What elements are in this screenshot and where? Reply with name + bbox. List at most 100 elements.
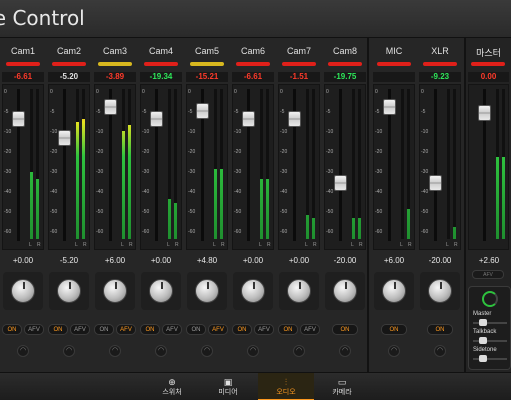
headphone-icon[interactable]: ◠ <box>339 345 351 357</box>
sidetone-slider[interactable] <box>473 355 507 362</box>
meter-left <box>122 89 125 239</box>
balance-knob[interactable] <box>333 279 357 303</box>
headphone-icon[interactable]: ◠ <box>293 345 305 357</box>
scale-tick-label: -40 <box>280 189 288 195</box>
afv-button[interactable]: AFV <box>24 324 44 335</box>
gain-label: +0.00 <box>150 256 172 265</box>
tab-audio[interactable]: ⫶ 오디오 <box>258 373 314 400</box>
fader-knob[interactable] <box>150 110 163 127</box>
channel-name: XLR <box>431 46 449 56</box>
tab-media[interactable]: ▣ 미디어 <box>200 373 256 400</box>
meter-right <box>266 89 269 239</box>
afv-button[interactable]: AFV <box>70 324 90 335</box>
tally-light <box>377 62 411 66</box>
master-afv-button[interactable]: AFV <box>472 270 504 279</box>
balance-knob[interactable] <box>428 279 452 303</box>
gain-label: +4.80 <box>196 256 218 265</box>
on-button[interactable]: ON <box>140 324 160 335</box>
tab-switcher[interactable]: ⊕ 스위처 <box>144 373 200 400</box>
scale-tick-label: -10 <box>326 129 334 135</box>
balance-knob[interactable] <box>11 279 35 303</box>
gain-label: +0.00 <box>242 256 264 265</box>
master-hp-slider[interactable] <box>473 319 507 326</box>
afv-button[interactable]: AFV <box>162 324 182 335</box>
fader-knob[interactable] <box>288 110 301 127</box>
master-tally <box>471 62 505 66</box>
fader-knob[interactable] <box>429 174 442 191</box>
scale-tick-label: -50 <box>375 209 383 215</box>
fader-knob[interactable] <box>383 98 396 115</box>
scale-tick-label: -50 <box>188 209 196 215</box>
gain-label: +0.00 <box>288 256 310 265</box>
scale-tick-label: -30 <box>142 169 150 175</box>
tab-label: 카메라 <box>332 389 352 396</box>
master-fader-knob[interactable] <box>478 105 491 122</box>
talkback-slider[interactable] <box>473 337 507 344</box>
fader-track[interactable] <box>339 89 342 241</box>
scale-tick-label: 0 <box>142 89 145 95</box>
tally-light <box>98 62 132 66</box>
fader-knob[interactable] <box>242 110 255 127</box>
headphone-icon[interactable]: ◠ <box>155 345 167 357</box>
balance-knob[interactable] <box>149 279 173 303</box>
meter-right-level <box>453 227 456 239</box>
balance-knob[interactable] <box>103 279 127 303</box>
fader-knob[interactable] <box>334 174 347 191</box>
afv-button[interactable]: AFV <box>254 324 274 335</box>
headphone-icon[interactable]: ◠ <box>201 345 213 357</box>
on-button[interactable]: ON <box>232 324 252 335</box>
on-button[interactable]: ON <box>427 324 453 335</box>
headphone-icon[interactable]: ◠ <box>388 345 400 357</box>
on-button[interactable]: ON <box>48 324 68 335</box>
master-meter <box>468 84 509 250</box>
meter-right <box>128 89 131 239</box>
fader-knob[interactable] <box>12 110 25 127</box>
balance-knob[interactable] <box>57 279 81 303</box>
meter-area: 0 -5 -10 -20 -30 -40 -50 -60 L R <box>278 84 320 250</box>
peak-label: -9.23 <box>419 72 461 82</box>
channel-strip-cam2: Cam2 -5.20 0 -5 -10 -20 -30 -40 -50 -60 L R -5.20 ON… <box>46 38 92 372</box>
button-row: ON AFV <box>232 324 274 335</box>
afv-button[interactable]: AFV <box>208 324 228 335</box>
scale-tick-label: -5 <box>142 109 147 115</box>
fader-knob[interactable] <box>58 129 71 146</box>
peak-label: -1.51 <box>278 72 320 82</box>
peak-label <box>373 72 415 82</box>
peak-label: -3.89 <box>94 72 136 82</box>
on-button[interactable]: ON <box>278 324 298 335</box>
fader-track[interactable] <box>63 89 66 241</box>
on-button[interactable]: ON <box>94 324 114 335</box>
headphone-icon[interactable]: ◠ <box>17 345 29 357</box>
meter-left <box>260 89 263 239</box>
audio-mixer: 마스터 0.00 +2.60 AFV Master Talkback Sidet… <box>0 38 511 372</box>
afv-button[interactable]: AFV <box>300 324 320 335</box>
balance-knob[interactable] <box>241 279 265 303</box>
tally-light <box>6 62 40 66</box>
fader-track[interactable] <box>434 89 437 241</box>
headphone-volume-knob[interactable] <box>482 291 498 307</box>
headphone-icon[interactable]: ◠ <box>247 345 259 357</box>
fader-knob[interactable] <box>196 102 209 119</box>
on-button[interactable]: ON <box>332 324 358 335</box>
on-button[interactable]: ON <box>381 324 407 335</box>
fader-knob[interactable] <box>104 98 117 115</box>
meter-right-level <box>407 209 410 239</box>
headphone-icon[interactable]: ◠ <box>109 345 121 357</box>
meter-left-level <box>168 198 171 239</box>
meter-left-level <box>30 171 33 239</box>
afv-button[interactable]: AFV <box>116 324 136 335</box>
scale-tick-label: 0 <box>50 89 53 95</box>
tab-camera[interactable]: ▭ 카메라 <box>314 373 370 400</box>
balance-knob[interactable] <box>195 279 219 303</box>
balance-knob[interactable] <box>382 279 406 303</box>
balance-knob[interactable] <box>287 279 311 303</box>
lr-label: L R <box>351 242 365 248</box>
headphone-icon[interactable]: ◠ <box>434 345 446 357</box>
on-button[interactable]: ON <box>186 324 206 335</box>
master-peak-label: 0.00 <box>468 72 509 82</box>
on-button[interactable]: ON <box>2 324 22 335</box>
channel-name: Cam2 <box>56 46 81 56</box>
scale-tick-label: -40 <box>326 189 334 195</box>
headphone-icon[interactable]: ◠ <box>63 345 75 357</box>
gain-label: +6.00 <box>104 256 126 265</box>
